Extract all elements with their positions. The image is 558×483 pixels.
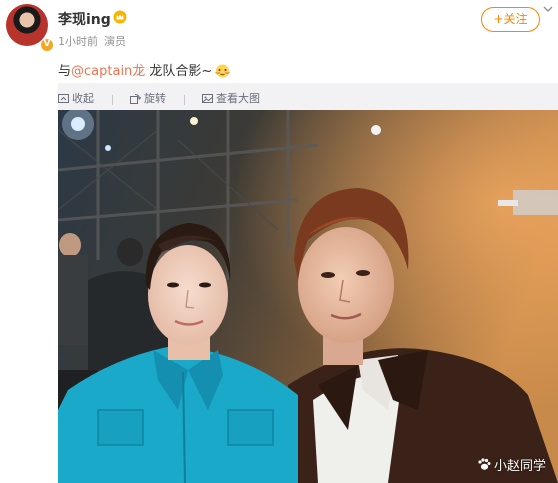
collapse-label: 收起: [72, 92, 94, 105]
follow-button[interactable]: +关注: [481, 7, 540, 32]
media-toolbar: 收起 旋转 查看大图: [58, 90, 274, 106]
post-source: 演员: [104, 35, 126, 48]
rotate-label: 旋转: [144, 92, 166, 105]
selfie-photo: [58, 110, 558, 483]
watermark-text: 小赵同学: [493, 459, 546, 474]
rotate-button[interactable]: 旋转: [130, 90, 166, 106]
post-text-suffix: 龙队合影~: [145, 64, 213, 79]
post-text: 与@captain龙 龙队合影~: [58, 60, 231, 79]
shy-face-emoji-icon: [215, 64, 231, 78]
collapse-icon: [58, 93, 69, 103]
watermark: 小赵同学: [477, 455, 546, 474]
view-large-label: 查看大图: [216, 92, 260, 105]
divider: [111, 94, 113, 105]
chevron-down-icon[interactable]: [541, 2, 555, 16]
post-meta: 1小时前 演员: [58, 33, 132, 49]
username[interactable]: 李现ing: [58, 9, 111, 29]
image-icon: [202, 93, 213, 103]
crown-icon: [113, 10, 127, 24]
rotate-icon: [130, 93, 141, 104]
divider: [183, 94, 185, 105]
mention-link[interactable]: @captain龙: [71, 64, 145, 79]
post-header: V 李现ing 1小时前 演员 +关注: [0, 0, 558, 56]
avatar[interactable]: V: [6, 4, 54, 52]
view-large-button[interactable]: 查看大图: [202, 90, 260, 106]
collapse-button[interactable]: 收起: [58, 90, 94, 106]
paw-icon: [478, 458, 491, 470]
verified-badge-icon: V: [40, 38, 54, 52]
post-photo[interactable]: 小赵同学: [58, 110, 558, 483]
post-time[interactable]: 1小时前: [58, 35, 98, 48]
post-text-prefix: 与: [58, 64, 72, 79]
